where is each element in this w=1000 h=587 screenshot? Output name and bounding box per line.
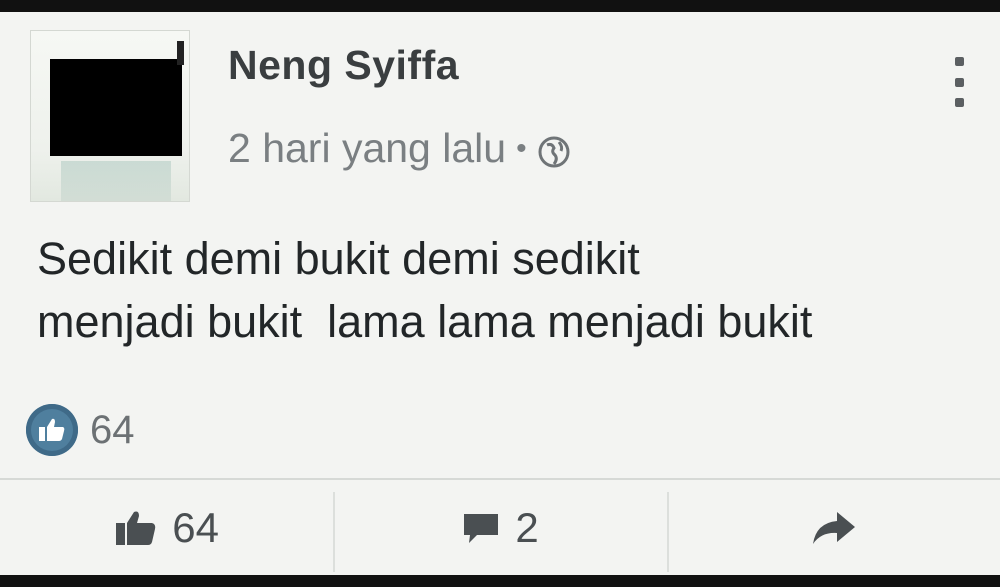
author-name[interactable]: Neng Syiffa <box>228 42 459 89</box>
post-card: Neng Syiffa 2 hari yang lalu • Sedikit d… <box>0 12 1000 575</box>
avatar-mark <box>177 41 184 65</box>
comment-count: 2 <box>515 503 539 551</box>
avatar-background <box>61 161 171 201</box>
globe-icon <box>537 132 571 167</box>
comment-icon <box>461 510 501 546</box>
avatar-redaction-block <box>50 59 182 156</box>
more-dot-1 <box>954 57 964 66</box>
more-dot-3 <box>954 98 964 107</box>
meta-separator: • <box>516 131 527 165</box>
like-count: 64 <box>172 503 220 551</box>
reaction-summary[interactable]: 64 <box>26 404 135 456</box>
post-meta: 2 hari yang lalu • <box>228 125 571 172</box>
reaction-count: 64 <box>90 407 135 452</box>
post-timestamp[interactable]: 2 hari yang lalu <box>228 125 506 172</box>
more-dot-2 <box>954 77 964 87</box>
like-button[interactable]: 64 <box>0 480 333 575</box>
thumbs-up-icon <box>114 509 158 547</box>
avatar[interactable] <box>30 30 190 202</box>
share-button[interactable] <box>666 480 1000 575</box>
action-bar: 64 2 <box>0 480 1000 575</box>
comment-button[interactable]: 2 <box>333 480 666 575</box>
share-arrow-icon <box>809 509 857 547</box>
like-reaction-icon <box>26 404 78 456</box>
post-text: Sedikit demi bukit demi sedikit menjadi … <box>37 233 813 347</box>
more-options-icon[interactable] <box>953 57 965 107</box>
